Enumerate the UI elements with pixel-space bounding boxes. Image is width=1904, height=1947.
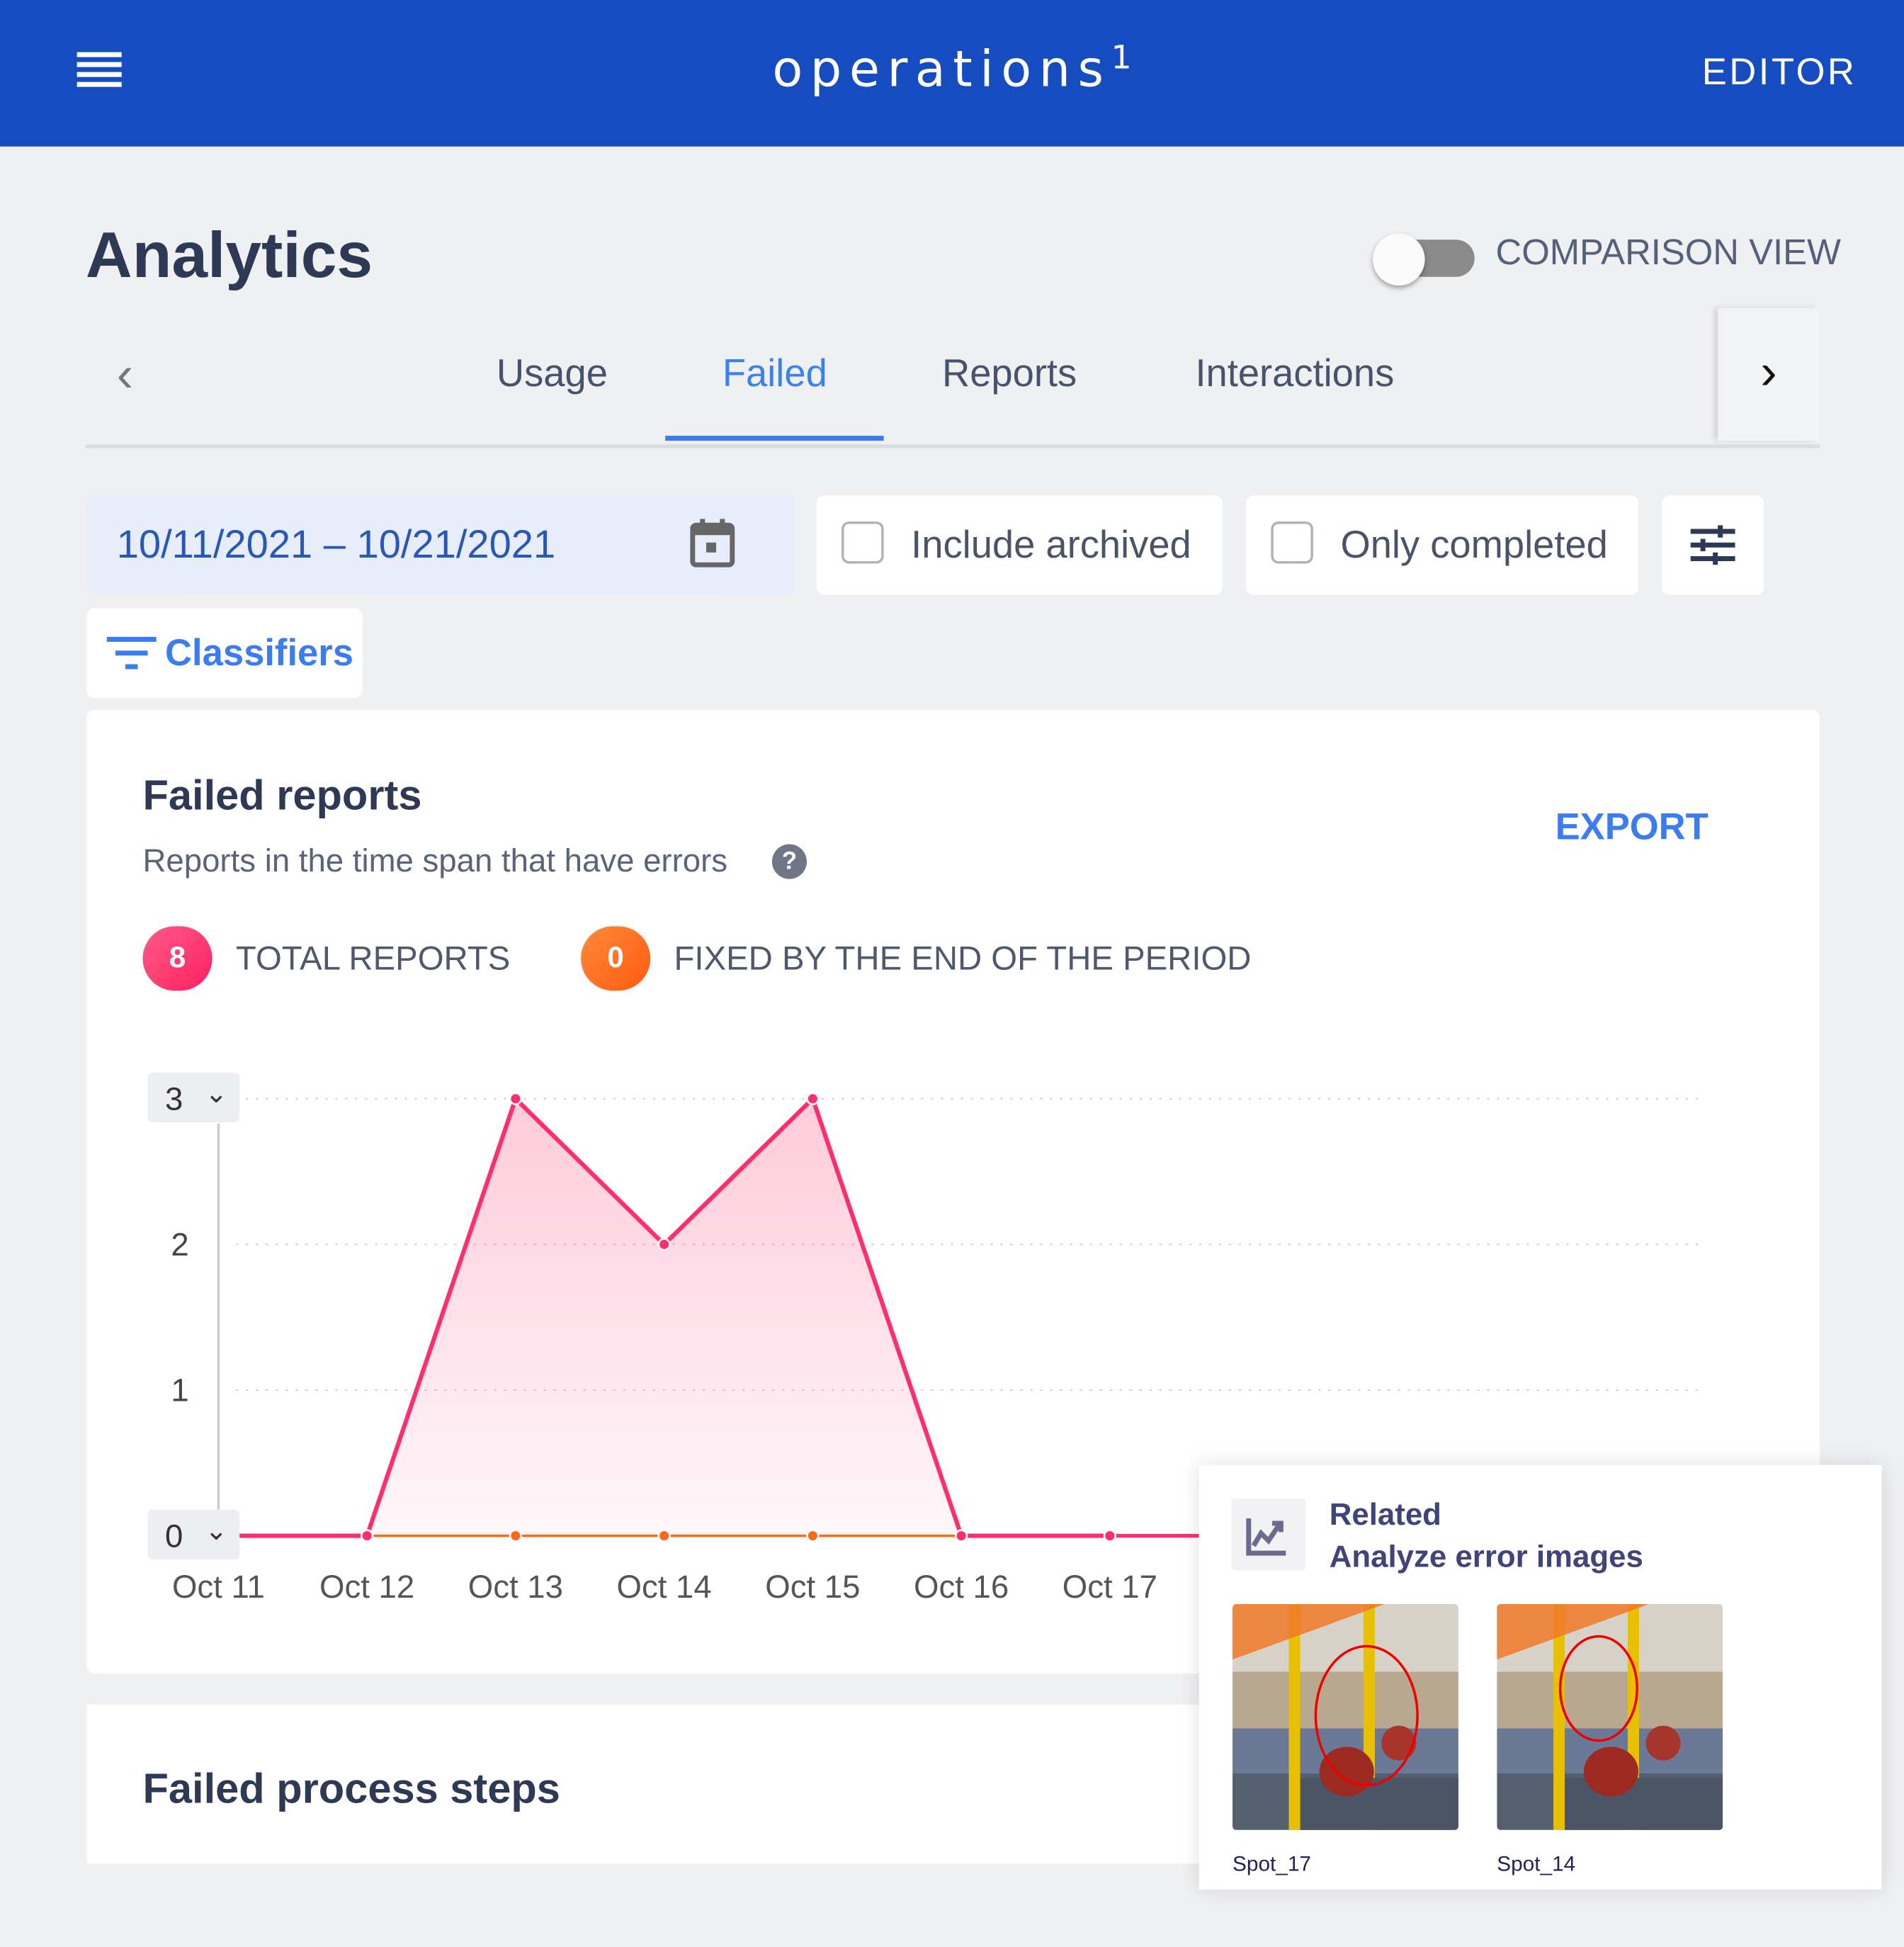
card-subtitle: Reports in the time span that have error… (142, 842, 728, 879)
checkbox-box[interactable] (842, 521, 884, 564)
data-point (954, 1529, 968, 1542)
x-tick-label: Oct 11 (172, 1569, 265, 1605)
chevron-down-icon: ⌄ (205, 1514, 228, 1546)
y-tick-label: 2 (171, 1226, 188, 1263)
comparison-label: COMPARISON VIEW (1495, 233, 1842, 273)
card2-title: Failed process steps (142, 1765, 560, 1813)
card-title: Failed reports (142, 772, 422, 820)
date-range-value: 10/11/2021 – 10/21/2021 (116, 521, 556, 567)
y-max-value: 3 (165, 1080, 183, 1118)
total-reports-label: TOTAL REPORTS (235, 939, 511, 978)
data-point (806, 1529, 820, 1542)
x-tick-label: Oct 17 (1062, 1569, 1157, 1605)
help-icon[interactable]: ? (771, 844, 807, 879)
x-tick-label: Oct 14 (617, 1569, 712, 1605)
chart-trend-icon (1231, 1499, 1306, 1571)
x-tick-label: Oct 12 (319, 1569, 414, 1605)
checkbox-box[interactable] (1271, 521, 1313, 564)
tab-interactions[interactable]: Interactions (1195, 351, 1394, 396)
only-completed-checkbox[interactable]: Only completed (1246, 495, 1639, 595)
comparison-toggle[interactable] (1373, 233, 1475, 286)
y-min-select[interactable]: 0 ⌄ (147, 1509, 240, 1559)
error-image-thumbnail[interactable] (1497, 1603, 1723, 1830)
brand-text: operations (772, 41, 1111, 99)
image-caption: Spot_17 (1232, 1852, 1312, 1876)
data-point (360, 1529, 374, 1542)
data-point (509, 1529, 523, 1542)
popup-heading: Related (1329, 1497, 1441, 1533)
tab-bar: Usage Failed Reports Interactions (85, 308, 1820, 448)
y-min-value: 0 (165, 1517, 183, 1554)
tab-usage[interactable]: Usage (497, 351, 608, 396)
tabs-next-chevron-icon[interactable]: › (1718, 307, 1820, 441)
tabs-prev-chevron-icon[interactable]: ‹ (117, 348, 133, 404)
y-tick-label: 1 (171, 1372, 188, 1409)
tab-failed[interactable]: Failed (722, 351, 827, 396)
date-range-picker[interactable]: 10/11/2021 – 10/21/2021 (86, 495, 795, 595)
area-fill (218, 1098, 1110, 1536)
x-tick-label: Oct 13 (468, 1569, 563, 1605)
classifiers-button[interactable]: Classifiers (86, 608, 363, 698)
data-point (657, 1529, 671, 1542)
sliders-icon (1690, 525, 1735, 565)
data-point (509, 1092, 523, 1105)
y-max-select[interactable]: 3 ⌄ (147, 1072, 240, 1123)
fixed-label: FIXED BY THE END OF THE PERIOD (674, 939, 1252, 978)
brand-logo: operations1 (0, 40, 1904, 98)
active-tab-indicator (665, 436, 884, 441)
chevron-down-icon: ⌄ (205, 1077, 228, 1109)
x-tick-label: Oct 16 (914, 1569, 1009, 1605)
classifiers-label: Classifiers (165, 633, 353, 675)
x-tick-label: Oct 15 (765, 1569, 860, 1605)
error-image-thumbnail[interactable] (1232, 1603, 1458, 1830)
data-point (657, 1238, 671, 1251)
fixed-count-badge: 0 (581, 926, 651, 991)
calendar-icon[interactable] (690, 518, 735, 568)
export-button[interactable]: EXPORT (1556, 807, 1708, 850)
filter-settings-button[interactable] (1662, 495, 1764, 595)
related-popup[interactable]: Related Analyze error images Spot_17 Spo… (1198, 1465, 1882, 1890)
editor-button[interactable]: EDITOR (1702, 52, 1857, 95)
image-caption: Spot_14 (1497, 1852, 1576, 1876)
popup-link[interactable]: Analyze error images (1330, 1540, 1643, 1576)
only-completed-label: Only completed (1340, 522, 1608, 567)
filter-icon (106, 636, 157, 670)
data-point (806, 1092, 820, 1105)
data-point (1103, 1529, 1117, 1542)
brand-sup: 1 (1111, 40, 1132, 77)
page-title: Analytics (85, 220, 373, 292)
include-archived-label: Include archived (911, 522, 1191, 567)
total-count-badge: 8 (142, 926, 212, 991)
tab-reports[interactable]: Reports (942, 351, 1077, 396)
include-archived-checkbox[interactable]: Include archived (817, 495, 1223, 595)
